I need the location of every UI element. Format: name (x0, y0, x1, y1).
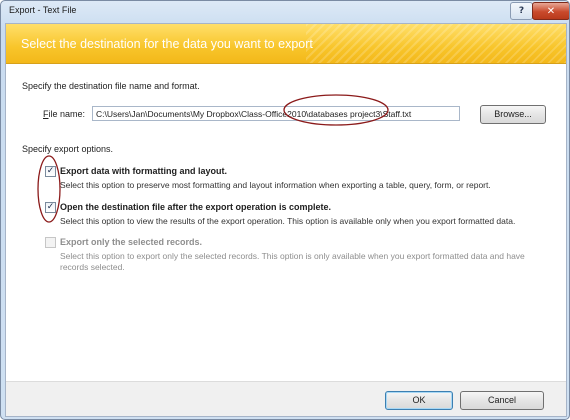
ok-button[interactable]: OK (385, 391, 453, 410)
export-formatting-checkbox[interactable]: ✓ (45, 166, 56, 177)
selected-records-label: Export only the selected records. (60, 237, 203, 247)
checkmark-icon: ✓ (46, 202, 55, 212)
destination-section-label: Specify the destination file name and fo… (22, 81, 200, 91)
banner-pattern (306, 24, 566, 63)
checkmark-icon: ✓ (46, 166, 55, 176)
selected-records-checkbox[interactable] (45, 237, 56, 248)
export-formatting-description: Select this option to preserve most form… (60, 180, 491, 190)
header-banner: Select the destination for the data you … (6, 24, 566, 64)
title-bar: Export - Text File ? ✕ (1, 1, 569, 23)
export-formatting-label: Export data with formatting and layout. (60, 166, 228, 176)
help-button[interactable]: ? (510, 2, 533, 20)
open-destination-description: Select this option to view the results o… (60, 216, 516, 226)
dialog-body: Select the destination for the data you … (5, 23, 567, 417)
options-section-label: Specify export options. (22, 144, 114, 154)
window-title: Export - Text File (9, 5, 77, 15)
file-name-label: File name: (43, 109, 85, 119)
selected-records-description: Select this option to export only the se… (60, 251, 525, 272)
open-destination-label: Open the destination file after the expo… (60, 202, 332, 212)
browse-button[interactable]: Browse... (480, 105, 546, 124)
file-name-label-text: ile name: (48, 109, 86, 119)
cancel-button[interactable]: Cancel (460, 391, 544, 410)
file-name-input[interactable]: C:\Users\Jan\Documents\My Dropbox\Class-… (92, 106, 460, 121)
help-icon: ? (518, 6, 525, 16)
close-icon: ✕ (546, 5, 556, 17)
banner-heading: Select the destination for the data you … (21, 37, 313, 51)
close-button[interactable]: ✕ (532, 2, 569, 20)
export-dialog: Export - Text File ? ✕ Select the destin… (0, 0, 570, 420)
open-destination-checkbox[interactable]: ✓ (45, 202, 56, 213)
